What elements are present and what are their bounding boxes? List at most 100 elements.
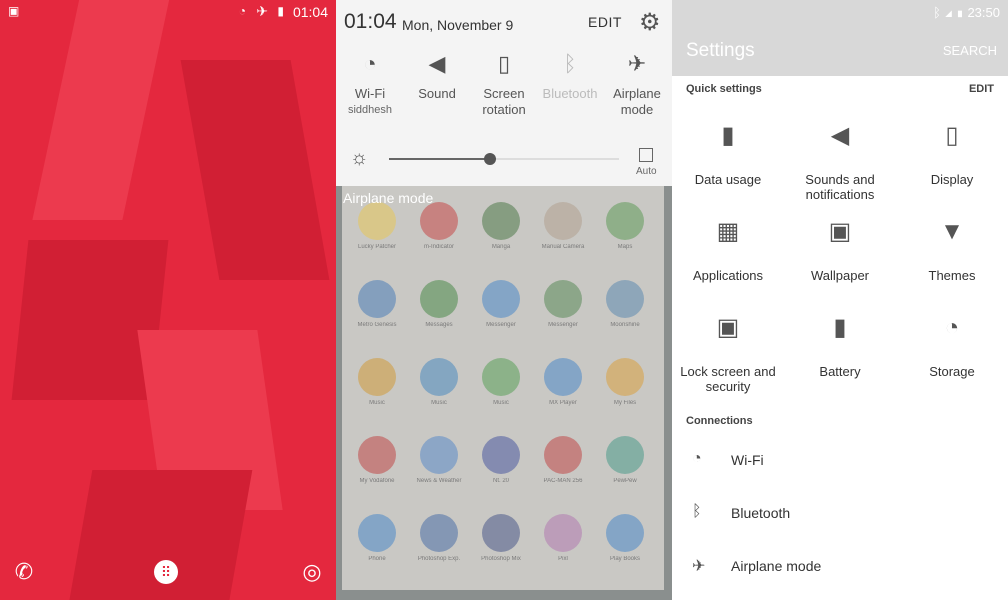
auto-brightness-label: Auto xyxy=(636,166,657,177)
toggle-wifi[interactable]: ◔ Wi-Fi siddhesh xyxy=(336,53,404,118)
app-glyph xyxy=(420,514,458,552)
toggle-label: Sound xyxy=(418,86,456,101)
notification-shade: 01:04 Mon, November 9 EDIT ⚙ ◔ Wi-Fi sid… xyxy=(336,0,672,186)
toggle-airplane-mode[interactable]: ✈ Airplane mode xyxy=(603,51,671,118)
battery-icon: ▮ xyxy=(833,314,847,341)
app-icon[interactable]: m-Indicator xyxy=(408,202,470,250)
tile-label: Storage xyxy=(929,364,975,379)
app-label: Moonshine xyxy=(610,322,640,328)
airplane-icon: ✈ xyxy=(627,51,647,76)
tile-label: Data usage xyxy=(694,172,762,187)
app-icon[interactable]: Manga xyxy=(470,202,532,250)
app-icon[interactable]: Messages xyxy=(408,280,470,328)
app-icon[interactable]: Moonshine xyxy=(594,280,656,328)
app-glyph xyxy=(358,436,396,474)
app-icon[interactable]: Nt. 20 xyxy=(470,436,532,484)
chrome-icon[interactable]: ◎ xyxy=(298,558,326,586)
volume-icon: ◀ xyxy=(830,122,850,149)
app-glyph xyxy=(544,436,582,474)
app-glyph xyxy=(482,514,520,552)
app-icon[interactable]: Lucky Patcher xyxy=(346,202,408,250)
app-icon[interactable]: My Vodafone xyxy=(346,436,408,484)
edit-button[interactable]: EDIT xyxy=(969,83,994,95)
tile-lock-screen-and-security[interactable]: ▣ Lock screen and security xyxy=(672,316,784,395)
app-label: Messenger xyxy=(486,322,516,328)
tile-storage[interactable]: ◔ Storage xyxy=(896,316,1008,380)
tile-label: Themes xyxy=(928,268,976,283)
search-button[interactable]: SEARCH xyxy=(943,43,997,58)
app-icon[interactable]: Messenger xyxy=(532,280,594,328)
row-label: Wi-Fi xyxy=(731,452,764,468)
toggle-label: Bluetooth xyxy=(542,86,598,101)
app-icon[interactable]: Maps xyxy=(594,202,656,250)
tile-sounds-and-notifications[interactable]: ◀ Sounds and notifications xyxy=(784,122,896,203)
app-glyph xyxy=(358,514,396,552)
toggle-screen-rotation[interactable]: ▯ Screen rotation xyxy=(470,51,538,118)
settings-screen: ᛒ ◢ ▮ 23:50 Settings SEARCH Quick settin… xyxy=(672,0,1008,600)
app-icon[interactable]: Phone xyxy=(346,514,408,562)
app-icon[interactable]: My Files xyxy=(594,358,656,406)
app-glyph xyxy=(606,358,644,396)
app-icon[interactable]: News & Weather xyxy=(408,436,470,484)
app-icon[interactable]: Play Books xyxy=(594,514,656,562)
app-label: Lucky Patcher xyxy=(357,244,397,250)
app-icon[interactable]: Music xyxy=(408,358,470,406)
app-label: My Files xyxy=(613,400,637,406)
brightness-thumb[interactable] xyxy=(484,153,497,165)
app-icon[interactable]: PAC-MAN 256 xyxy=(532,436,594,484)
app-icon[interactable]: Photoshop Mix xyxy=(470,514,532,562)
app-drawer-dimmed: Lucky Patcher m-Indicator Manga Manual Came… xyxy=(342,186,664,590)
toggle-label: Wi-Fi xyxy=(354,86,386,101)
app-icon[interactable]: MX Player xyxy=(532,358,594,406)
screen-rotation-icon: ▯ xyxy=(497,51,511,76)
app-glyph xyxy=(544,514,582,552)
app-icon[interactable]: Music xyxy=(346,358,408,406)
page-title: Settings xyxy=(686,40,755,61)
app-label: Messenger xyxy=(548,322,578,328)
app-glyph xyxy=(420,280,458,318)
app-label: PewPew xyxy=(613,478,637,484)
gear-icon[interactable]: ⚙ xyxy=(639,8,661,37)
toggle-bluetooth[interactable]: ᛒ Bluetooth xyxy=(536,53,604,102)
app-glyph xyxy=(606,280,644,318)
toggle-sound[interactable]: ◀ Sound xyxy=(403,53,471,102)
edit-button[interactable]: EDIT xyxy=(588,14,622,30)
app-label: Photoshop Exp. xyxy=(417,556,461,562)
app-label: Metro Genesis xyxy=(357,322,397,328)
app-label: News & Weather xyxy=(416,478,462,484)
app-label: PAC-MAN 256 xyxy=(543,478,583,484)
tile-applications[interactable]: ▦ Applications xyxy=(672,220,784,284)
tile-wallpaper[interactable]: ▣ Wallpaper xyxy=(784,218,896,284)
wifi-icon: ◔ xyxy=(692,450,702,467)
connection-row-wifi[interactable]: ◔ Wi-Fi xyxy=(672,434,1008,486)
app-icon[interactable]: Pixl xyxy=(532,514,594,562)
app-icon[interactable]: Messenger xyxy=(470,280,532,328)
settings-header: ᛒ ◢ ▮ 23:50 Settings SEARCH xyxy=(672,0,1008,76)
connection-row-airplane-mode[interactable]: ✈ Airplane mode xyxy=(672,540,1008,592)
wallpaper-icon: ▣ xyxy=(828,218,852,245)
app-glyph xyxy=(420,436,458,474)
tile-display[interactable]: ▯ Display xyxy=(896,124,1008,188)
home-screen: ▣ ◔ ✈ ▮ 01:04 ✆ ⠿ ◎ xyxy=(0,0,336,600)
app-icon[interactable]: PewPew xyxy=(594,436,656,484)
app-icon[interactable]: Music xyxy=(470,358,532,406)
app-icon[interactable]: Photoshop Exp. xyxy=(408,514,470,562)
shade-clock: 01:04 xyxy=(344,10,397,33)
phone-icon[interactable]: ✆ xyxy=(10,558,38,586)
app-glyph xyxy=(358,202,396,240)
apps-icon[interactable]: ⠿ xyxy=(154,560,178,584)
app-icon[interactable]: Manual Camera xyxy=(532,202,594,250)
app-glyph xyxy=(420,358,458,396)
brightness-slider[interactable] xyxy=(389,153,619,165)
tile-label: Sounds and notifications xyxy=(805,172,875,202)
connection-row-bluetooth[interactable]: ᛒ Bluetooth xyxy=(672,487,1008,539)
tile-battery[interactable]: ▮ Battery xyxy=(784,314,896,380)
app-glyph xyxy=(482,358,520,396)
bluetooth-icon: ᛒ xyxy=(933,5,941,20)
tile-themes[interactable]: ▼ Themes xyxy=(896,220,1008,284)
brightness-icon: ☼ xyxy=(350,147,369,169)
app-icon[interactable]: Metro Genesis xyxy=(346,280,408,328)
auto-brightness-checkbox[interactable] xyxy=(639,148,653,162)
tile-data-usage[interactable]: ▮ Data usage xyxy=(672,124,784,188)
app-label: Phone xyxy=(368,556,386,562)
